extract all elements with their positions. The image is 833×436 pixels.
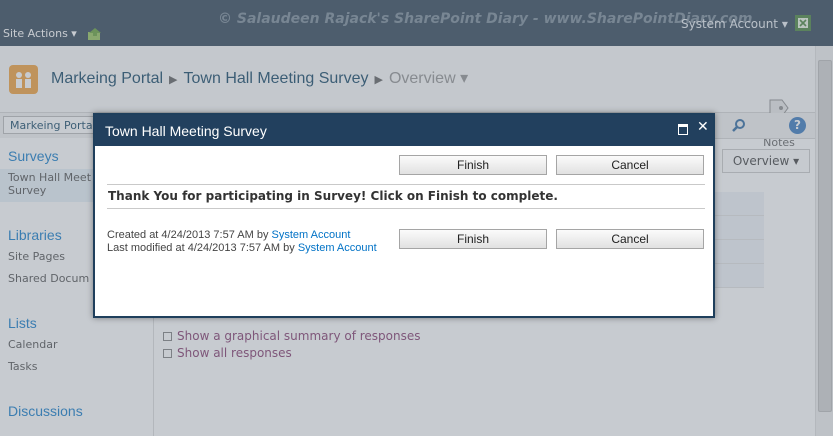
survey-dialog: Town Hall Meeting Survey ✕ Finish Cancel… — [93, 113, 715, 318]
modified-by-link[interactable]: System Account — [298, 242, 377, 254]
dialog-title: Town Hall Meeting Survey — [105, 123, 267, 139]
cancel-button-top[interactable]: Cancel — [556, 155, 704, 175]
dialog-header: Town Hall Meeting Survey ✕ — [95, 115, 713, 146]
created-info: Created at 4/24/2013 7:57 AM by System A… — [107, 229, 350, 241]
close-icon[interactable]: ✕ — [697, 119, 709, 135]
divider — [107, 208, 705, 209]
finish-button-top[interactable]: Finish — [399, 155, 547, 175]
modified-text: Last modified at 4/24/2013 7:57 AM by — [107, 242, 295, 254]
maximize-icon[interactable] — [678, 124, 688, 135]
divider — [107, 184, 705, 185]
created-text: Created at 4/24/2013 7:57 AM by — [107, 229, 269, 241]
modified-info: Last modified at 4/24/2013 7:57 AM by Sy… — [107, 242, 377, 254]
thank-you-message: Thank You for participating in Survey! C… — [108, 189, 558, 203]
cancel-button-bottom[interactable]: Cancel — [556, 229, 704, 249]
finish-button-bottom[interactable]: Finish — [399, 229, 547, 249]
created-by-link[interactable]: System Account — [272, 229, 351, 241]
